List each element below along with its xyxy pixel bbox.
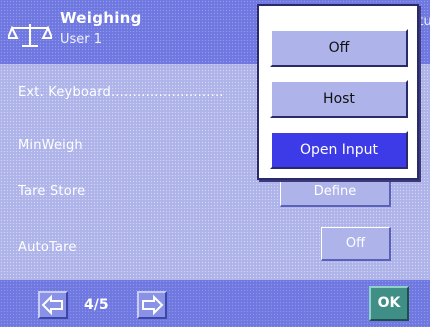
page-indicator: 4/5 xyxy=(84,297,109,313)
balance-screen: Weighing User 1 Setup Ext. Keyboard.....… xyxy=(0,0,430,327)
next-page-button[interactable] xyxy=(137,291,167,319)
minweigh-label: MinWeigh xyxy=(18,138,83,153)
option-host[interactable]: Host xyxy=(270,80,408,118)
arrow-left-icon xyxy=(41,294,63,316)
user-label: User 1 xyxy=(60,32,103,47)
option-popup: Off Host Open Input xyxy=(257,4,419,180)
ext-keyboard-label: Ext. Keyboard.......................... xyxy=(18,85,224,100)
page-title: Weighing xyxy=(60,9,142,27)
option-open-input[interactable]: Open Input xyxy=(270,131,408,169)
ok-button[interactable]: OK xyxy=(369,286,409,321)
prev-page-button[interactable] xyxy=(38,291,68,319)
tare-store-button[interactable]: Define xyxy=(280,177,391,207)
tare-store-label: Tare Store xyxy=(18,184,86,199)
autotare-button[interactable]: Off xyxy=(321,227,391,261)
scale-icon xyxy=(8,24,52,47)
autotare-label: AutoTare xyxy=(18,240,77,255)
option-off[interactable]: Off xyxy=(270,29,408,67)
arrow-right-icon xyxy=(142,294,164,316)
